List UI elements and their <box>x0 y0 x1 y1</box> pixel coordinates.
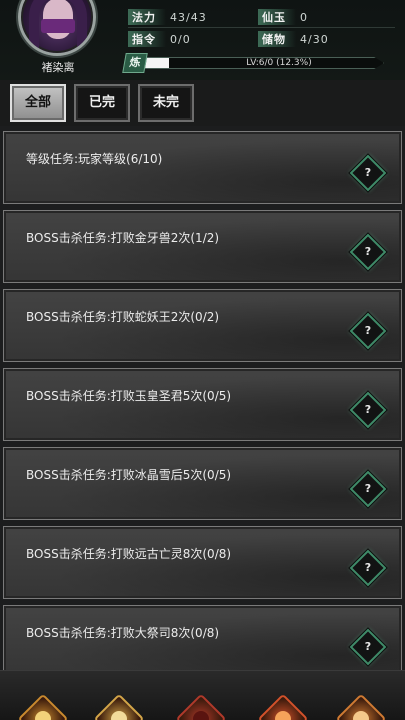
stat-divider <box>128 27 395 28</box>
question-mark-icon: ? <box>364 166 372 179</box>
stat-storage: 储物 4/30 <box>258 31 329 47</box>
quest-help-button[interactable]: ? <box>349 233 387 271</box>
stat-storage-label: 储物 <box>258 31 296 47</box>
player-header: 褚染离 法力 43/43 仙玉 0 指令 0/0 储物 4/30 炼 LV:6/0 (1… <box>0 0 405 80</box>
stat-immortal-jade: 仙玉 0 <box>258 9 308 25</box>
tab-incomplete[interactable]: 未完 <box>138 84 194 122</box>
exp-bar: 炼 LV:6/0 (12.3%) <box>122 53 388 73</box>
quest-help-button[interactable]: ? <box>349 312 387 350</box>
tab-completed[interactable]: 已完 <box>74 84 130 122</box>
quest-filter-tabs: 全部 已完 未完 <box>0 80 405 126</box>
quest-text: BOSS击杀任务:打败冰晶雪后5次(0/5) <box>26 468 232 482</box>
stat-command: 指令 0/0 <box>128 31 191 47</box>
stat-mana: 法力 43/43 <box>128 9 207 25</box>
stat-command-label: 指令 <box>128 31 166 47</box>
quest-item[interactable]: 等级任务:玩家等级(6/10) ? <box>3 131 402 204</box>
quest-item[interactable]: BOSS击杀任务:打败金牙兽2次(1/2) ? <box>3 210 402 283</box>
quest-item[interactable]: BOSS击杀任务:打败远古亡灵8次(0/8) ? <box>3 526 402 599</box>
nav-golden-helm[interactable] <box>93 693 145 720</box>
question-mark-icon: ? <box>364 403 372 416</box>
stat-mana-value: 43/43 <box>170 11 207 24</box>
player-avatar[interactable] <box>18 0 96 56</box>
quest-text: BOSS击杀任务:打败蛇妖王2次(0/2) <box>26 310 220 324</box>
nav-red-gate[interactable] <box>175 693 227 720</box>
bottom-nav <box>0 670 405 720</box>
quest-help-button[interactable]: ? <box>349 154 387 192</box>
question-mark-icon: ? <box>364 245 372 258</box>
quest-help-button[interactable]: ? <box>349 470 387 508</box>
quest-item[interactable]: BOSS击杀任务:打败玉皇圣君5次(0/5) ? <box>3 368 402 441</box>
red-gate-core <box>193 711 209 720</box>
quest-text: BOSS击杀任务:打败玉皇圣君5次(0/5) <box>26 389 232 403</box>
nav-flame-emblem[interactable] <box>17 693 69 720</box>
nav-fire-wing[interactable] <box>257 693 309 720</box>
quest-text: BOSS击杀任务:打败金牙兽2次(1/2) <box>26 231 220 245</box>
cultivation-badge: 炼 <box>122 53 148 73</box>
fire-wing-core <box>275 711 291 720</box>
nav-sun-seal[interactable] <box>335 693 387 720</box>
stat-immortal-jade-label: 仙玉 <box>258 9 296 25</box>
golden-helm-core <box>111 711 127 720</box>
tab-all[interactable]: 全部 <box>10 84 66 122</box>
quest-item[interactable]: BOSS击杀任务:打败蛇妖王2次(0/2) ? <box>3 289 402 362</box>
quest-text: BOSS击杀任务:打败大祭司8次(0/8) <box>26 626 220 640</box>
quest-help-button[interactable]: ? <box>349 628 387 666</box>
question-mark-icon: ? <box>364 561 372 574</box>
sun-seal-core <box>353 711 369 720</box>
exp-text: LV:6/0 (12.3%) <box>246 58 312 68</box>
stat-storage-value: 4/30 <box>300 33 329 46</box>
player-name: 褚染离 <box>41 61 75 74</box>
quest-help-button[interactable]: ? <box>349 391 387 429</box>
question-mark-icon: ? <box>364 482 372 495</box>
stat-mana-label: 法力 <box>128 9 166 25</box>
question-mark-icon: ? <box>364 324 372 337</box>
quest-item[interactable]: BOSS击杀任务:打败大祭司8次(0/8) ? <box>3 605 402 678</box>
flame-emblem-core <box>35 711 51 720</box>
question-mark-icon: ? <box>364 640 372 653</box>
quest-text: BOSS击杀任务:打败远古亡灵8次(0/8) <box>26 547 232 561</box>
quest-item[interactable]: BOSS击杀任务:打败冰晶雪后5次(0/5) ? <box>3 447 402 520</box>
stat-immortal-jade-value: 0 <box>300 11 308 24</box>
quest-text: 等级任务:玩家等级(6/10) <box>26 152 163 166</box>
avatar-mask <box>41 19 75 33</box>
quest-help-button[interactable]: ? <box>349 549 387 587</box>
stat-command-value: 0/0 <box>170 33 191 46</box>
